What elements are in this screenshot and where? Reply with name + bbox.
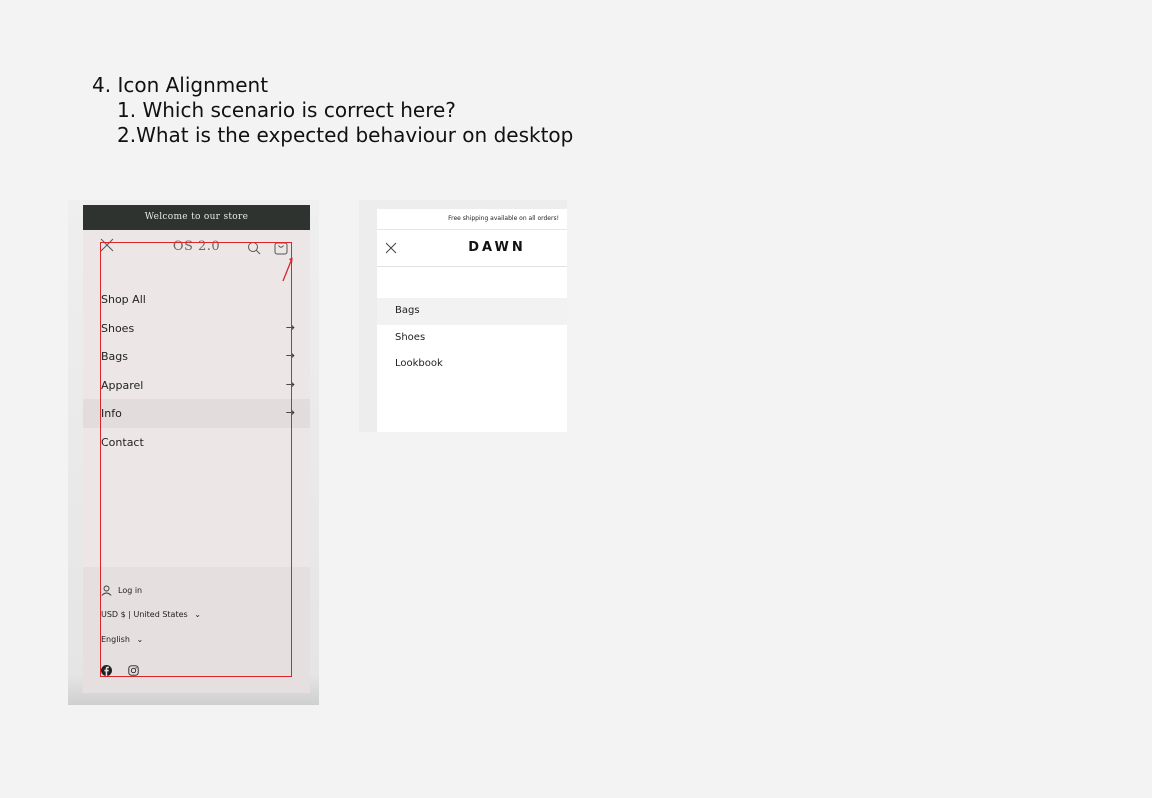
menu-item-bags[interactable]: Bags [377,298,567,325]
right-mockup: Free shipping available on all orders! D… [359,200,567,432]
language-selector[interactable]: English ⌄ [101,635,143,644]
search-icon[interactable] [247,241,261,255]
menu-item-label: Shop All [101,293,146,306]
notes-title: 4. Icon Alignment [92,73,269,97]
drawer-footer: Log in USD $ | United States ⌄ English ⌄ [83,567,310,693]
announcement-bar: Welcome to our store [83,205,310,230]
right-header: DAWN [377,230,567,267]
menu-item-label: Shoes [101,321,135,335]
left-header: OS 2.0 [83,230,310,266]
menu-item-label: Bags [101,350,129,364]
notes: 4. Icon Alignment 1. Which scenario is c… [92,72,573,148]
right-menu: Bags Shoes Lookbook [377,298,567,378]
left-menu: Shop All Shoes → Bags → Apparel → Info →… [83,285,310,457]
chevron-down-icon: ⌄ [194,610,201,619]
menu-item-shoes[interactable]: Shoes → [83,314,310,343]
right-mobile-drawer: Free shipping available on all orders! D… [377,209,567,432]
arrow-right-icon: → [285,349,295,363]
store-logo[interactable]: DAWN [377,240,567,255]
menu-item-contact[interactable]: Contact [83,428,310,457]
notes-question-2: 2.What is the expected behaviour on desk… [117,123,574,147]
instagram-icon[interactable] [128,665,139,678]
user-icon [101,585,112,596]
language-value: English [101,635,130,644]
left-mobile-drawer: Welcome to our store OS 2.0 Shop All Sho… [83,205,310,693]
shipping-announcement: Free shipping available on all orders! [377,209,567,230]
menu-item-info[interactable]: Info → [83,399,310,428]
arrow-right-icon: → [285,406,295,420]
left-mockup: Welcome to our store OS 2.0 Shop All Sho… [68,200,319,705]
menu-item-shoes[interactable]: Shoes [377,325,567,352]
menu-item-label: Info [101,407,122,421]
arrow-right-icon: → [285,320,295,334]
menu-item-bags[interactable]: Bags → [83,342,310,371]
chevron-down-icon: ⌄ [136,635,144,644]
menu-item-lookbook[interactable]: Lookbook [377,351,567,378]
login-link[interactable]: Log in [101,585,142,596]
menu-item-label: Contact [101,435,144,449]
social-links [101,665,155,678]
cart-icon[interactable] [274,239,288,255]
arrow-right-icon: → [285,377,295,391]
menu-item-shop-all[interactable]: Shop All [83,285,310,314]
menu-item-label: Apparel [101,378,144,392]
annotation-arrow-icon [282,257,293,282]
currency-value: USD $ | United States [101,610,188,619]
facebook-icon[interactable] [101,665,112,678]
login-label: Log in [118,586,143,595]
notes-question-1: 1. Which scenario is correct here? [117,98,456,122]
menu-item-apparel[interactable]: Apparel → [83,371,310,400]
currency-selector[interactable]: USD $ | United States ⌄ [101,610,201,619]
